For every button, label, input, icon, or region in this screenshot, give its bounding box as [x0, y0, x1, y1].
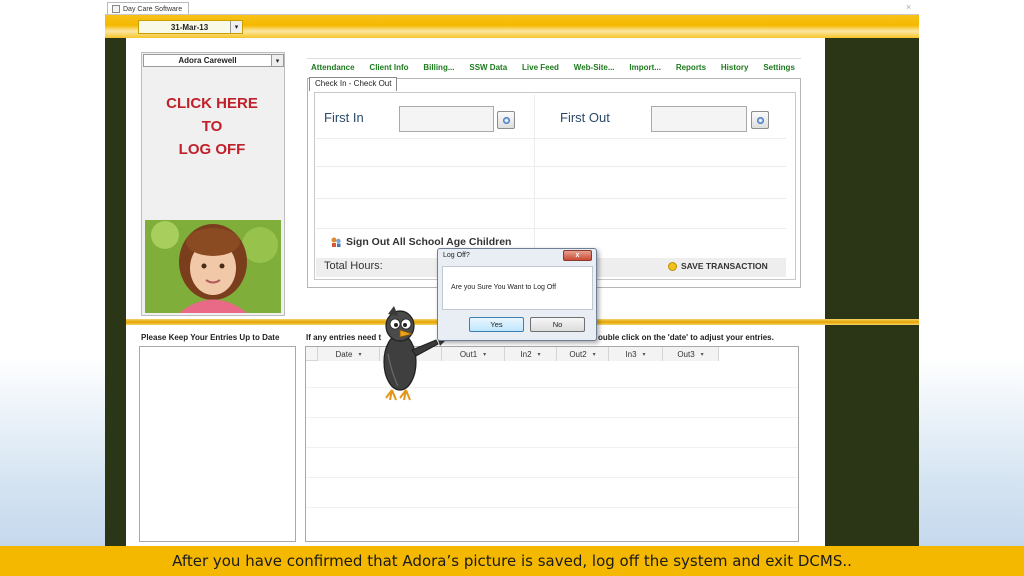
column-label: Out2 — [569, 349, 587, 359]
divider — [316, 198, 786, 199]
no-button[interactable]: No — [530, 317, 585, 332]
row-selector[interactable] — [306, 347, 318, 360]
tab-bar: Attendance Client Info Billing... SSW Da… — [307, 58, 801, 75]
column-label: In3 — [625, 349, 637, 359]
grid-line — [306, 507, 798, 508]
column-header-date[interactable]: Date ▾ — [318, 347, 380, 361]
children-icon — [331, 237, 341, 247]
tab-import[interactable]: Import... — [629, 63, 661, 72]
sort-icon[interactable]: ▾ — [483, 351, 486, 358]
sort-icon[interactable]: ▾ — [593, 351, 596, 358]
column-header-out3[interactable]: Out3 ▾ — [663, 347, 719, 361]
tab-attendance[interactable]: Attendance — [311, 63, 355, 72]
column-label: Out3 — [677, 349, 695, 359]
date-picker[interactable]: 31-Mar-13 ▾ — [138, 20, 243, 34]
close-icon[interactable]: x — [563, 250, 592, 261]
sort-icon[interactable]: ▾ — [358, 351, 361, 358]
save-transaction-button[interactable]: SAVE TRANSACTION — [668, 261, 768, 271]
user-select[interactable]: Adora Carewell ▾ — [143, 54, 284, 67]
column-header-out1[interactable]: Out1 ▾ — [442, 347, 505, 361]
column-header-out2[interactable]: Out2 ▾ — [557, 347, 609, 361]
sort-icon[interactable]: ▾ — [643, 351, 646, 358]
save-transaction-label: SAVE TRANSACTION — [681, 261, 768, 271]
column-label: In2 — [520, 349, 532, 359]
grid-line — [306, 477, 798, 478]
column-label: Out1 — [459, 349, 478, 359]
first-in-clock-button[interactable] — [497, 111, 515, 129]
child-photo — [145, 220, 281, 313]
tab-client-info[interactable]: Client Info — [369, 63, 408, 72]
logoff-link[interactable]: CLICK HERE TO LOG OFF — [150, 92, 274, 161]
divider — [316, 138, 786, 139]
clock-icon — [502, 116, 510, 124]
entries-hint-right: ouble click on the 'date' to adjust your… — [598, 333, 774, 342]
sort-icon[interactable]: ▾ — [701, 351, 704, 358]
first-out-label: First Out — [560, 110, 610, 125]
tab-ssw-data[interactable]: SSW Data — [469, 63, 507, 72]
close-icon[interactable]: × — [906, 2, 911, 12]
form-icon — [112, 5, 120, 13]
frame-right — [825, 38, 919, 546]
tab-settings[interactable]: Settings — [763, 63, 795, 72]
tab-check-in-check-out[interactable]: Check In - Check Out — [309, 77, 398, 91]
sort-icon[interactable]: ▾ — [538, 351, 541, 358]
caption-bar: After you have confirmed that Adora’s pi… — [0, 546, 1024, 576]
first-in-label: First In — [324, 110, 364, 125]
dialog-title: Log Off? — [443, 252, 470, 259]
notes-label: Please Keep Your Entries Up to Date — [141, 333, 280, 342]
app-tab-label: Day Care Software — [123, 5, 183, 13]
frame-left — [105, 38, 126, 546]
divider — [316, 166, 786, 167]
first-out-field[interactable] — [651, 106, 747, 132]
user-name: Adora Carewell — [178, 56, 237, 65]
clock-icon — [756, 116, 764, 124]
tab-web-site[interactable]: Web-Site... — [574, 63, 615, 72]
entries-hint-left: If any entries need t — [306, 333, 382, 342]
column-header-in3[interactable]: In3 ▾ — [609, 347, 663, 361]
grid-header: Date ▾ ▾ Out1 ▾ In2 ▾ Out2 ▾ In3 ▾ Out3 … — [306, 347, 719, 361]
column-header-in2[interactable]: In2 ▾ — [505, 347, 557, 361]
smiley-icon — [668, 261, 677, 271]
dialog-message: Are you Sure You Want to Log Off — [451, 284, 557, 291]
date-value: 31-Mar-13 — [170, 22, 209, 32]
tab-reports[interactable]: Reports — [676, 63, 706, 72]
notes-box[interactable] — [139, 346, 296, 542]
caption-text: After you have confirmed that Adora’s pi… — [172, 552, 852, 570]
tab-live-feed[interactable]: Live Feed — [522, 63, 559, 72]
sign-out-all-button[interactable]: Sign Out All School Age Children — [330, 236, 511, 248]
total-hours-label: Total Hours: — [324, 260, 383, 272]
first-in-field[interactable] — [399, 106, 494, 132]
chevron-down-icon[interactable]: ▾ — [230, 21, 242, 33]
yes-button[interactable]: Yes — [469, 317, 524, 332]
tab-history[interactable]: History — [721, 63, 749, 72]
grid-line — [306, 417, 798, 418]
chevron-down-icon[interactable]: ▾ — [271, 55, 283, 66]
tab-billing[interactable]: Billing... — [423, 63, 454, 72]
first-out-clock-button[interactable] — [751, 111, 769, 129]
divider — [316, 228, 786, 229]
column-label: Date — [335, 349, 353, 359]
sign-out-all-label: Sign Out All School Age Children — [346, 236, 512, 248]
grid-line — [306, 447, 798, 448]
